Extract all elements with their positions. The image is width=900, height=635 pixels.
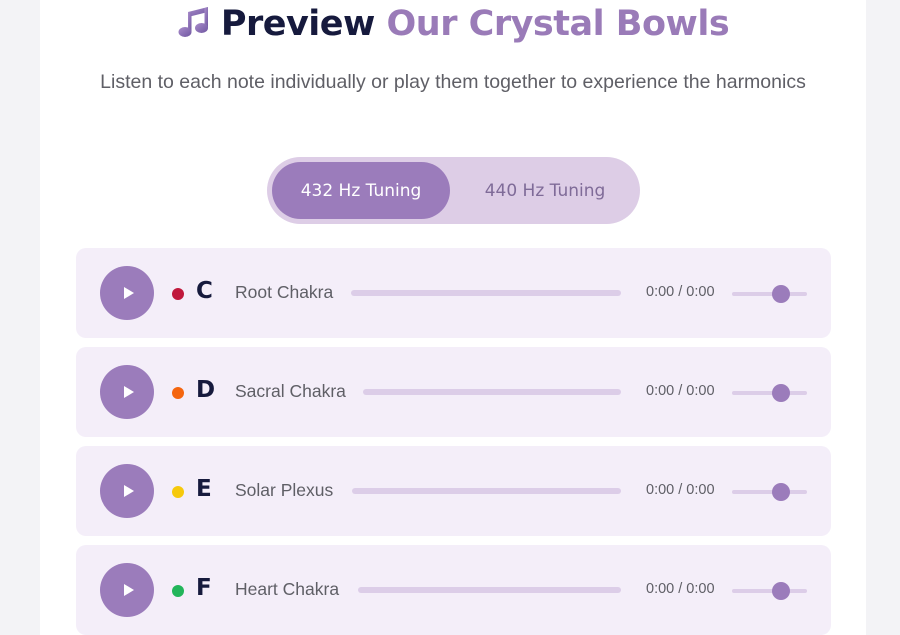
time-display: 0:00 / 0:00: [646, 482, 715, 498]
progress-bar[interactable]: [351, 290, 621, 296]
subtitle: Listen to each note individually or play…: [100, 71, 806, 93]
volume-thumb[interactable]: [771, 582, 790, 600]
chakra-label: Solar Plexus: [235, 480, 334, 500]
title-part2: Our Crystal Bowls: [386, 4, 730, 44]
note-label: D: [196, 377, 216, 403]
volume-slider[interactable]: [732, 582, 807, 600]
time-display: 0:00 / 0:00: [646, 284, 715, 300]
chakra-label: Root Chakra: [235, 282, 334, 302]
note-label: F: [196, 575, 212, 601]
chakra-color-dot: [172, 288, 184, 300]
page-title: Preview Our Crystal Bowls: [40, 4, 866, 48]
tuning-440-button[interactable]: 440 Hz Tuning: [457, 162, 633, 219]
play-icon: [123, 584, 134, 596]
volume-thumb[interactable]: [771, 483, 790, 501]
tuning-toggle: 432 Hz Tuning 440 Hz Tuning: [267, 157, 640, 224]
play-button[interactable]: [100, 563, 154, 617]
preview-panel: Preview Our Crystal Bowls Listen to each…: [40, 0, 866, 635]
play-button[interactable]: [100, 464, 154, 518]
chakra-color-dot: [172, 585, 184, 597]
chakra-label: Sacral Chakra: [235, 381, 346, 401]
time-display: 0:00 / 0:00: [646, 581, 715, 597]
play-button[interactable]: [100, 266, 154, 320]
title-part1: Preview: [220, 4, 376, 44]
bowl-row-c: C Root Chakra 0:00 / 0:00: [76, 248, 831, 338]
bowl-row-d: D Sacral Chakra 0:00 / 0:00: [76, 347, 831, 437]
volume-slider[interactable]: [732, 384, 807, 402]
music-notes-icon: [177, 5, 211, 48]
volume-slider[interactable]: [732, 483, 807, 501]
chakra-label: Heart Chakra: [235, 579, 340, 599]
time-display: 0:00 / 0:00: [646, 383, 715, 399]
progress-bar[interactable]: [363, 389, 621, 395]
play-icon: [123, 485, 134, 497]
progress-bar[interactable]: [352, 488, 621, 494]
play-icon: [123, 386, 134, 398]
chakra-color-dot: [172, 387, 184, 399]
note-label: E: [196, 476, 212, 502]
play-button[interactable]: [100, 365, 154, 419]
bowl-row-f: F Heart Chakra 0:00 / 0:00: [76, 545, 831, 635]
volume-thumb[interactable]: [771, 384, 790, 402]
note-label: C: [196, 278, 213, 304]
bowl-row-e: E Solar Plexus 0:00 / 0:00: [76, 446, 831, 536]
progress-bar[interactable]: [358, 587, 621, 593]
volume-thumb[interactable]: [771, 285, 790, 303]
play-icon: [123, 287, 134, 299]
volume-slider[interactable]: [732, 285, 807, 303]
chakra-color-dot: [172, 486, 184, 498]
tuning-432-button[interactable]: 432 Hz Tuning: [272, 162, 450, 219]
